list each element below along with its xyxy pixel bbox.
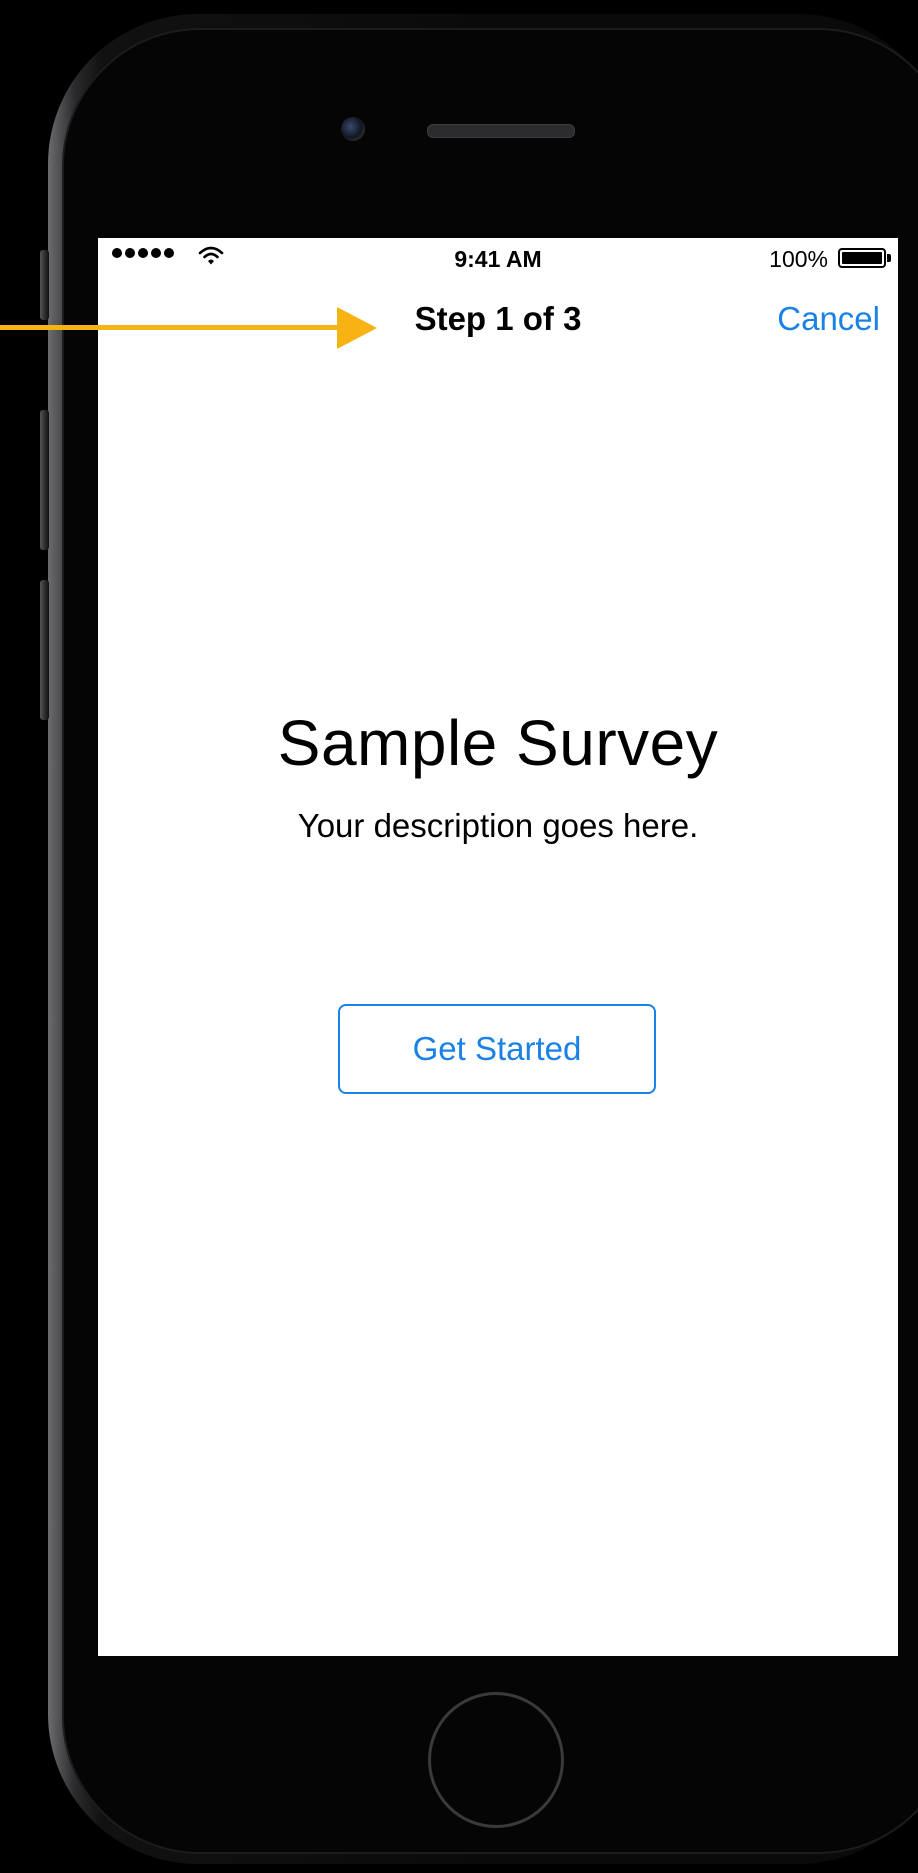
battery-percent: 100% — [769, 246, 828, 272]
battery-icon — [838, 248, 886, 268]
annotation-arrow-icon — [337, 307, 377, 349]
mute-switch — [40, 250, 49, 320]
front-camera — [341, 117, 365, 141]
volume-up-button — [40, 410, 49, 550]
survey-title: Sample Survey — [277, 707, 719, 779]
stage: 9:41 AM 100% Step 1 of 3 Cancel Sample S… — [0, 0, 918, 1873]
status-bar: 9:41 AM 100% — [98, 238, 898, 278]
phone-screen: 9:41 AM 100% Step 1 of 3 Cancel Sample S… — [98, 238, 898, 1656]
home-button[interactable] — [428, 1692, 564, 1828]
navigation-bar: Step 1 of 3 Cancel — [98, 278, 898, 358]
cancel-button[interactable]: Cancel — [777, 300, 880, 338]
get-started-button[interactable]: Get Started — [338, 1004, 656, 1094]
survey-description: Your description goes here. — [297, 807, 699, 844]
battery-fill — [842, 252, 882, 264]
annotation-arrow-line — [0, 325, 342, 330]
survey-intro: Sample Survey Your description goes here… — [98, 698, 898, 846]
volume-down-button — [40, 580, 49, 720]
battery-nub — [887, 254, 891, 262]
earpiece-speaker — [427, 124, 575, 138]
